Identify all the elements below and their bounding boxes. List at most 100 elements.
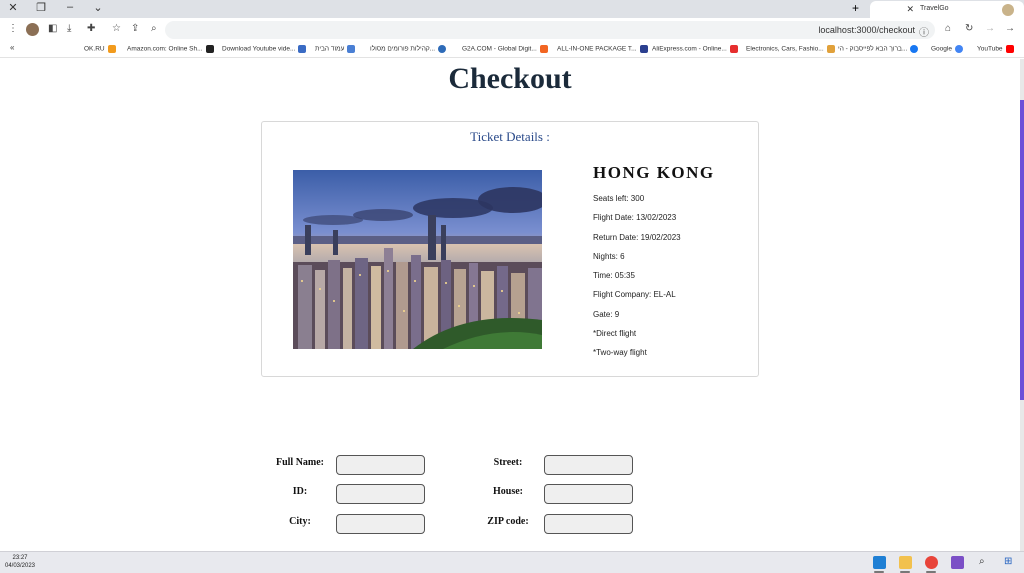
bookmark-label: AliExpress.com - Online...	[652, 45, 727, 53]
new-tab-button[interactable]: +	[852, 1, 859, 15]
back-icon[interactable]: →	[1005, 23, 1015, 34]
two-way-flight-note: *Two-way flight	[593, 348, 647, 358]
aliexpress-icon	[729, 45, 738, 53]
clock-date: 04/03/2023	[4, 563, 36, 569]
checkout-page: Checkout Ticket Details : HONG KONG Seat…	[0, 59, 1020, 551]
bookmarks-overflow-icon[interactable]: «	[10, 43, 14, 52]
flight-time: Time: 05:35	[593, 271, 635, 281]
restore-window-icon[interactable]: ❐	[32, 1, 50, 14]
minimize-window-icon[interactable]: –	[61, 1, 79, 13]
download-site-icon	[298, 45, 307, 53]
chrome-icon[interactable]	[925, 556, 938, 569]
close-tab-icon[interactable]: ✕	[906, 4, 914, 15]
taskbar-clock[interactable]: 23:27 04/03/2023	[3, 554, 37, 570]
bookmark-label: ברוך הבא לפייסבוק - הי...	[838, 45, 908, 53]
bookmark-label: YouTube	[977, 45, 1003, 53]
google-icon	[954, 45, 963, 53]
url-text[interactable]: localhost:3000/checkout	[818, 25, 915, 35]
sidebar-icon[interactable]: ◧	[48, 23, 57, 34]
ebay-icon	[826, 45, 835, 53]
ticket-info: HONG KONG Seats left: 300 Flight Date: 1…	[593, 160, 753, 357]
scrollbar-thumb[interactable]	[1020, 100, 1024, 400]
bookmark-item[interactable]: YouTube	[977, 45, 1014, 53]
forward-icon[interactable]: →	[985, 23, 995, 34]
close-window-icon[interactable]: ✕	[4, 1, 22, 14]
bookmark-item[interactable]: קהילות פורומים מסולו...	[370, 45, 447, 53]
id-field[interactable]	[336, 484, 425, 504]
zip-code-field[interactable]	[544, 514, 633, 534]
bookmark-label: G2A.COM - Global Digit...	[462, 45, 537, 53]
windows-taskbar: 23:27 04/03/2023 ⌕ ⊞	[0, 551, 1024, 573]
g2a-icon	[539, 45, 548, 53]
bookmark-item[interactable]: AliExpress.com - Online...	[652, 45, 738, 53]
visual-studio-icon[interactable]	[951, 556, 964, 569]
destination-name: HONG KONG	[593, 163, 715, 182]
site-info-icon[interactable]: ⓘ	[919, 24, 929, 39]
bookmark-label: Amazon.com: Online Sh...	[127, 45, 203, 53]
tab-search-chevron-icon[interactable]: ⌄	[89, 1, 107, 14]
bookmark-item[interactable]: Download Youtube vide...	[222, 45, 307, 53]
destination-image	[293, 170, 542, 349]
browser-toolbar: ⋮ ◧ ⤓ ✚ ☆ ⇪ ⌕ localhost:3000/checkout ⓘ …	[0, 18, 1024, 42]
bookmark-label: עמוד הבית	[315, 45, 345, 53]
tab-strip: ✕ ❐ – ⌄ + ✕ TravelGo	[0, 0, 1024, 18]
full-name-label: Full Name:	[275, 457, 325, 468]
extensions-icon[interactable]: ✚	[87, 23, 95, 34]
bookmark-item[interactable]: עמוד הבית	[315, 45, 356, 53]
share-icon[interactable]: ⇪	[131, 23, 139, 34]
zip-code-label: ZIP code:	[487, 516, 529, 527]
flight-date: Flight Date: 13/02/2023	[593, 213, 677, 223]
city-label: City:	[289, 516, 311, 527]
profile-avatar[interactable]	[26, 23, 39, 36]
reload-icon[interactable]: ↻	[965, 23, 973, 34]
hong-kong-skyline-illustration	[293, 170, 542, 349]
menu-dots-icon[interactable]: ⋮	[8, 23, 18, 34]
zoom-icon[interactable]: ⌕	[151, 23, 157, 34]
tab-favicon-icon	[1002, 4, 1014, 16]
tab-title: TravelGo	[920, 5, 949, 12]
tab-travelgo[interactable]: ✕ TravelGo	[870, 1, 1024, 18]
bookmark-item[interactable]: OK.RU	[84, 45, 116, 53]
gate: Gate: 9	[593, 309, 620, 319]
bookmark-item[interactable]: G2A.COM - Global Digit...	[462, 45, 548, 53]
bookmark-star-icon[interactable]: ☆	[112, 23, 121, 34]
package-icon	[639, 45, 648, 53]
windows-start-icon[interactable]: ⊞	[1004, 556, 1017, 569]
id-label: ID:	[292, 486, 308, 497]
flight-company: Flight Company: EL-AL	[593, 290, 676, 300]
direct-flight-note: *Direct flight	[593, 329, 637, 339]
bookmark-label: Electronics, Cars, Fashio...	[746, 45, 824, 53]
download-icon[interactable]: ⤓	[67, 23, 71, 34]
bookmark-label: OK.RU	[84, 45, 105, 53]
house-field[interactable]	[544, 484, 633, 504]
house-label: House:	[493, 486, 523, 497]
bookmark-item[interactable]: Amazon.com: Online Sh...	[127, 45, 214, 53]
ok-ru-icon	[107, 45, 116, 53]
youtube-icon	[1005, 45, 1014, 53]
bookmark-item[interactable]: Google	[931, 45, 963, 53]
facebook-icon	[910, 45, 919, 53]
bookmark-label: Google	[931, 45, 952, 53]
clock-time: 23:27	[12, 555, 28, 561]
full-name-field[interactable]	[336, 455, 425, 475]
amazon-icon	[205, 45, 214, 53]
checkout-form: Full Name: ID: City: Street: House: ZIP …	[0, 451, 1020, 551]
street-field[interactable]	[544, 455, 633, 475]
home-icon[interactable]: ⌂	[945, 23, 951, 34]
bookmark-item[interactable]: ברוך הבא לפייסבוק - הי...	[838, 45, 919, 53]
file-explorer-icon[interactable]	[899, 556, 912, 569]
search-icon[interactable]: ⌕	[979, 556, 992, 569]
city-field[interactable]	[336, 514, 425, 534]
bookmark-item[interactable]: ALL-IN-ONE PACKAGE T...	[557, 45, 648, 53]
bookmark-label: Download Youtube vide...	[222, 45, 296, 53]
forum-icon	[438, 45, 447, 53]
nights: Nights: 6	[593, 251, 625, 261]
return-date: Return Date: 19/02/2023	[593, 232, 681, 242]
vscode-icon[interactable]	[873, 556, 886, 569]
bookmark-label: ALL-IN-ONE PACKAGE T...	[557, 45, 637, 53]
bookmark-item[interactable]: Electronics, Cars, Fashio...	[746, 45, 835, 53]
page-title: Checkout	[448, 62, 572, 95]
ticket-details-card: Ticket Details : HONG KONG Seats left: 3…	[261, 121, 759, 377]
address-bar[interactable]: localhost:3000/checkout ⓘ	[165, 21, 935, 39]
seats-left: Seats left: 300	[593, 194, 645, 203]
